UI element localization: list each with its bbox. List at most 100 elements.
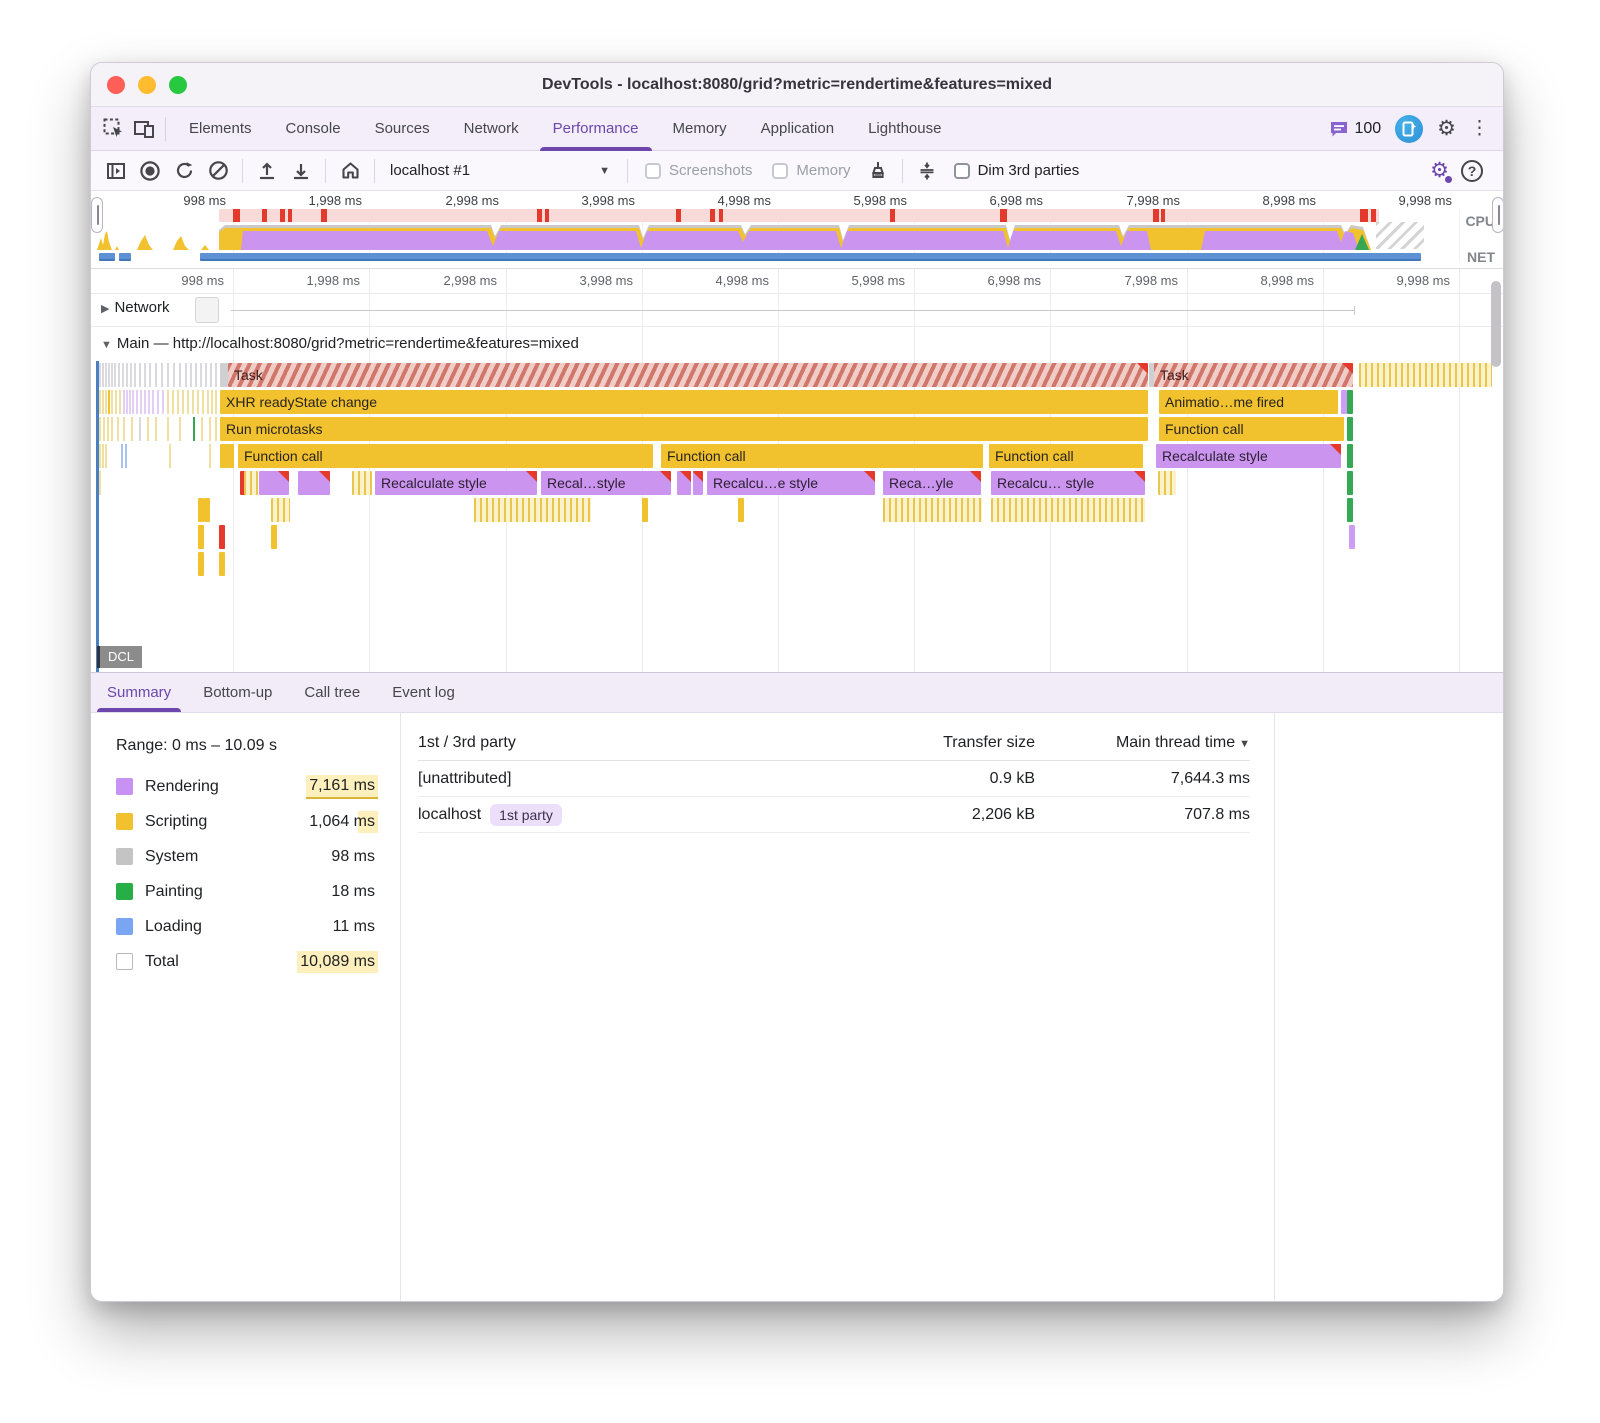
flame-micro-slice[interactable]	[193, 417, 195, 441]
flame-micro-slice[interactable]	[99, 417, 101, 441]
flame-micro-slice[interactable]	[139, 417, 141, 441]
flame-bar-recalculate-style[interactable]: Recalculate style	[375, 471, 537, 495]
flame-micro-slice[interactable]	[125, 444, 127, 468]
flame-micro-slice[interactable]	[102, 390, 104, 414]
flame-bar[interactable]	[1347, 471, 1353, 495]
reload-and-record-icon[interactable]	[169, 156, 199, 186]
dim-3rd-parties-checkbox[interactable]: Dim 3rd parties	[954, 162, 1080, 179]
flame-micro-slice[interactable]	[105, 390, 107, 414]
flame-micro-slice[interactable]	[111, 390, 113, 414]
details-tab-call-tree[interactable]: Call tree	[288, 673, 376, 712]
details-tab-event-log[interactable]: Event log	[376, 673, 471, 712]
flame-micro-slice[interactable]	[111, 363, 113, 387]
flame-micro-slice[interactable]	[144, 363, 146, 387]
flame-micro-slice[interactable]	[99, 390, 101, 414]
flame-micro-slice[interactable]	[147, 417, 149, 441]
flame-bar-recal-style[interactable]: Recal…style	[541, 471, 671, 495]
flame-micro-slice[interactable]	[209, 444, 211, 468]
flame-micro-slice[interactable]	[140, 390, 142, 414]
tab-memory[interactable]: Memory	[656, 107, 744, 151]
overview-right-handle[interactable]	[1492, 197, 1504, 233]
flame-bar[interactable]	[883, 498, 982, 522]
flame-micro-slice[interactable]	[215, 390, 217, 414]
flame-micro-slice[interactable]	[122, 363, 124, 387]
flame-micro-slice[interactable]	[201, 417, 203, 441]
flame-micro-slice[interactable]	[108, 363, 110, 387]
flame-micro-slice[interactable]	[111, 417, 113, 441]
flame-micro-slice[interactable]	[207, 390, 209, 414]
flame-micro-slice[interactable]	[152, 390, 154, 414]
flame-bar[interactable]	[219, 552, 225, 576]
flame-micro-slice[interactable]	[115, 390, 117, 414]
issues-counter[interactable]: 100	[1329, 119, 1381, 139]
flame-micro-slice[interactable]	[173, 363, 175, 387]
network-resize-handle[interactable]	[195, 297, 219, 323]
flame-micro-slice[interactable]	[107, 417, 109, 441]
tab-network[interactable]: Network	[447, 107, 536, 151]
column-header-main-thread-time[interactable]: Main thread time▼	[1035, 734, 1250, 752]
flame-micro-slice[interactable]	[155, 363, 157, 387]
flame-bar[interactable]	[1347, 417, 1353, 441]
flame-bar-function-call[interactable]: Function call	[989, 444, 1143, 468]
flame-micro-slice[interactable]	[126, 390, 128, 414]
timeline-overview[interactable]: 998 ms1,998 ms2,998 ms3,998 ms4,998 ms5,…	[91, 191, 1503, 269]
profile-select[interactable]: localhost #1 ▼	[382, 156, 620, 186]
flame-bar[interactable]	[198, 552, 204, 576]
flame-micro-slice[interactable]	[155, 417, 157, 441]
flame-micro-slice[interactable]	[215, 363, 217, 387]
toggle-sidebar-icon[interactable]	[101, 156, 131, 186]
flame-micro-slice[interactable]	[99, 363, 101, 387]
flame-micro-slice[interactable]	[210, 363, 212, 387]
flame-micro-slice[interactable]	[131, 417, 133, 441]
flame-micro-slice[interactable]	[202, 390, 204, 414]
flame-bar[interactable]	[1347, 390, 1353, 414]
flame-micro-slice[interactable]	[132, 390, 134, 414]
inspect-element-icon[interactable]	[99, 114, 129, 144]
flame-micro-slice[interactable]	[136, 390, 138, 414]
flame-micro-slice[interactable]	[161, 363, 163, 387]
flame-micro-slice[interactable]	[179, 363, 181, 387]
flame-bar-reca-yle[interactable]: Reca…yle	[883, 471, 981, 495]
flame-bar-function-call[interactable]: Function call	[1159, 417, 1344, 441]
flame-micro-slice[interactable]	[185, 363, 187, 387]
flame-bar-animatio-me-fired[interactable]: Animatio…me fired	[1159, 390, 1338, 414]
flame-micro-slice[interactable]	[105, 444, 107, 468]
flame-micro-slice[interactable]	[139, 363, 141, 387]
flame-bar[interactable]	[219, 525, 225, 549]
flame-bar[interactable]	[991, 498, 1145, 522]
main-track-label[interactable]: ▼Main — http://localhost:8080/grid?metri…	[101, 335, 579, 352]
flame-micro-slice[interactable]	[102, 444, 104, 468]
flame-micro-slice[interactable]	[99, 471, 101, 495]
flame-micro-slice[interactable]	[167, 390, 169, 414]
flame-micro-slice[interactable]	[172, 390, 174, 414]
flame-micro-slice[interactable]	[162, 390, 164, 414]
tab-lighthouse[interactable]: Lighthouse	[851, 107, 958, 151]
flame-micro-slice[interactable]	[108, 390, 110, 414]
tab-application[interactable]: Application	[744, 107, 851, 151]
flame-bar-recalculate-style[interactable]: Recalculate style	[1156, 444, 1341, 468]
clear-icon[interactable]	[203, 156, 233, 186]
flame-bar[interactable]	[271, 525, 277, 549]
flame-micro-slice[interactable]	[123, 417, 125, 441]
device-mode-ai-button[interactable]	[1395, 115, 1423, 143]
flame-micro-slice[interactable]	[179, 417, 181, 441]
details-tab-summary[interactable]: Summary	[91, 673, 187, 712]
flame-micro-slice[interactable]	[114, 363, 116, 387]
flame-micro-slice[interactable]	[209, 417, 211, 441]
flame-micro-slice[interactable]	[169, 444, 171, 468]
flame-micro-slice[interactable]	[99, 444, 101, 468]
flame-micro-slice[interactable]	[126, 363, 128, 387]
flame-bar[interactable]	[204, 498, 210, 522]
tab-console[interactable]: Console	[269, 107, 358, 151]
flame-micro-slice[interactable]	[148, 390, 150, 414]
flame-bar[interactable]	[1347, 498, 1353, 522]
tab-performance[interactable]: Performance	[536, 107, 656, 151]
details-tab-bottom-up[interactable]: Bottom-up	[187, 673, 288, 712]
flame-bar-recalcu-e-style[interactable]: Recalcu…e style	[707, 471, 875, 495]
screenshots-checkbox[interactable]: Screenshots	[645, 162, 752, 179]
flame-micro-slice[interactable]	[215, 417, 217, 441]
flame-scrollbar-thumb[interactable]	[1491, 281, 1501, 367]
flame-micro-slice[interactable]	[187, 390, 189, 414]
network-track-label[interactable]: ▶Network	[101, 299, 169, 316]
flame-bar[interactable]	[474, 498, 591, 522]
